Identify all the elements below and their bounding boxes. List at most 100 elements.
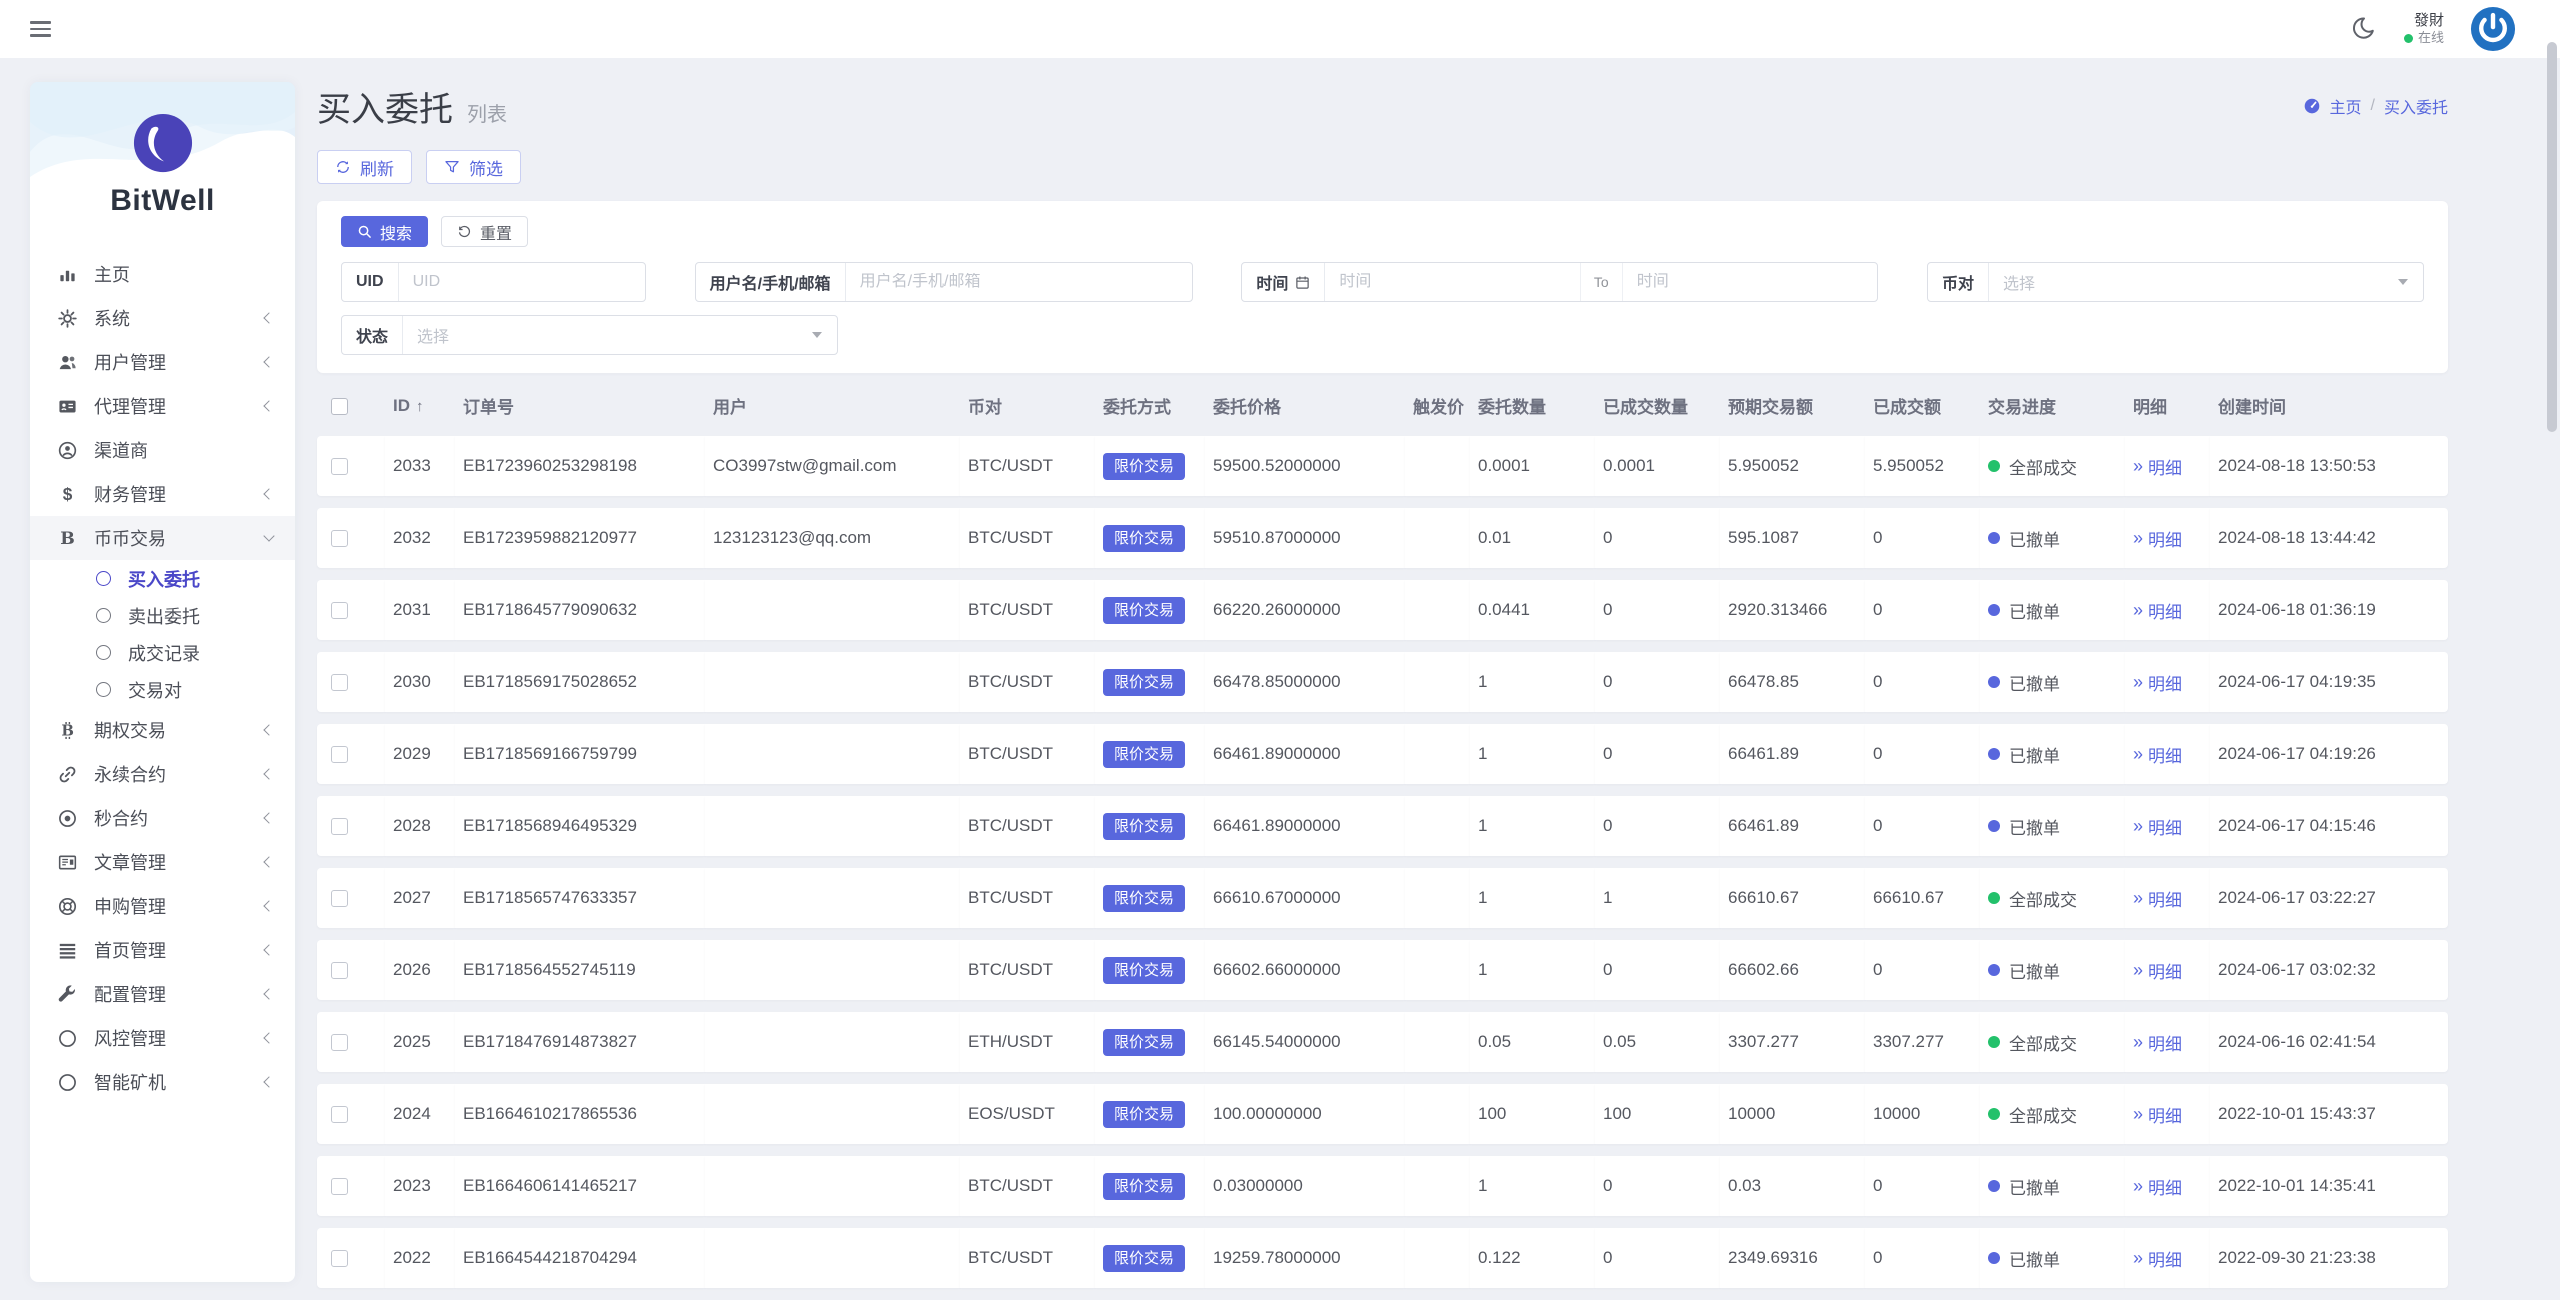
currency-pair: ETH/USDT (960, 1012, 1095, 1072)
radio-icon (96, 645, 111, 660)
sidebar-item-10[interactable]: 文章管理 (30, 840, 295, 884)
row-checkbox[interactable] (331, 1106, 348, 1124)
sidebar-item-0[interactable]: 主页 (30, 252, 295, 296)
reset-button[interactable]: 重置 (441, 216, 529, 247)
row-checkbox[interactable] (331, 818, 348, 836)
sidebar-item-8[interactable]: 永续合约 (30, 752, 295, 796)
time-from-input[interactable] (1325, 273, 1580, 291)
sidebar-item-14[interactable]: 风控管理 (30, 1016, 295, 1060)
detail-cell: » 明细 (2125, 580, 2210, 640)
row-checkbox[interactable] (331, 1178, 348, 1196)
user-email (705, 1084, 960, 1144)
row-checkbox-cell (317, 940, 385, 1000)
filled-value: 0 (1865, 940, 1980, 1000)
sidebar-item-2[interactable]: 用户管理 (30, 340, 295, 384)
filled-amount: 0 (1595, 724, 1720, 784)
row-checkbox[interactable] (331, 962, 348, 980)
sidebar-item-7[interactable]: 期权交易 (30, 708, 295, 752)
detail-link[interactable]: » 明细 (2133, 886, 2182, 911)
row-checkbox[interactable] (331, 1250, 348, 1268)
avatar[interactable] (2470, 6, 2516, 52)
circle-icon (56, 1027, 78, 1049)
detail-link[interactable]: » 明细 (2133, 526, 2182, 551)
sidebar-item-6[interactable]: 币币交易 (30, 516, 295, 560)
progress-cell: 全部成交 (1980, 868, 2125, 928)
row-checkbox[interactable] (331, 890, 348, 908)
detail-link[interactable]: » 明细 (2133, 958, 2182, 983)
hamburger-menu-button[interactable] (26, 17, 55, 41)
topbar: 發財 在线 (0, 0, 2560, 58)
breadcrumb-home[interactable]: 主页 (2330, 94, 2362, 118)
order-id: 2026 (385, 940, 455, 1000)
detail-link[interactable]: » 明细 (2133, 1102, 2182, 1127)
order-type-badge: 限价交易 (1103, 812, 1186, 840)
order-amount: 1 (1470, 652, 1595, 712)
detail-link[interactable]: » 明细 (2133, 598, 2182, 623)
detail-link[interactable]: » 明细 (2133, 1030, 2182, 1055)
detail-link[interactable]: » 明细 (2133, 670, 2182, 695)
sidebar-item-label: 渠道商 (94, 441, 148, 461)
sidebar-subitem-label: 买入委托 (128, 569, 200, 590)
sidebar-item-15[interactable]: 智能矿机 (30, 1060, 295, 1104)
sidebar-item-1[interactable]: 系统 (30, 296, 295, 340)
row-checkbox[interactable] (331, 458, 348, 476)
username-input[interactable] (845, 273, 1192, 291)
filled-value: 5.950052 (1865, 436, 1980, 496)
search-button[interactable]: 搜索 (341, 216, 429, 247)
sidebar-item-11[interactable]: 申购管理 (30, 884, 295, 928)
sidebar-item-12[interactable]: 首页管理 (30, 928, 295, 972)
select-all-checkbox[interactable] (331, 397, 348, 415)
sidebar-subitem-6-0[interactable]: 买入委托 (30, 560, 295, 597)
row-checkbox[interactable] (331, 530, 348, 548)
sidebar-item-4[interactable]: 渠道商 (30, 428, 295, 472)
order-type-badge: 限价交易 (1103, 1172, 1186, 1200)
dark-mode-toggle[interactable] (2352, 16, 2378, 42)
filter-button-label: 筛选 (469, 159, 503, 179)
row-checkbox[interactable] (331, 602, 348, 620)
sidebar-item-5[interactable]: 财务管理 (30, 472, 295, 516)
detail-link[interactable]: » 明细 (2133, 1174, 2182, 1199)
brand-logo-icon (132, 112, 194, 174)
table-row: 2032 EB1723959882120977 123123123@qq.com BT… (317, 508, 2448, 568)
sidebar-subitem-6-1[interactable]: 卖出委托 (30, 597, 295, 634)
filter-button[interactable]: 筛选 (426, 150, 521, 184)
refresh-button[interactable]: 刷新 (317, 150, 412, 184)
detail-link[interactable]: » 明细 (2133, 1246, 2182, 1271)
dashboard-icon (2303, 97, 2321, 115)
detail-link[interactable]: » 明细 (2133, 814, 2182, 839)
currency-pair: BTC/USDT (960, 580, 1095, 640)
detail-link[interactable]: » 明细 (2133, 454, 2182, 479)
page-scrollbar[interactable] (2547, 42, 2557, 432)
funnel-icon (444, 159, 460, 175)
header-checkbox-cell (317, 387, 385, 424)
progress-cell: 全部成交 (1980, 1012, 2125, 1072)
sidebar-item-13[interactable]: 配置管理 (30, 972, 295, 1016)
target-icon (56, 807, 78, 829)
chevron-down-icon (263, 530, 275, 542)
column-header-label: 预期交易额 (1728, 398, 1813, 417)
order-id: 2030 (385, 652, 455, 712)
sidebar-item-3[interactable]: 代理管理 (30, 384, 295, 428)
sidebar-item-label: 主页 (94, 265, 130, 285)
chevron-left-icon (263, 724, 275, 736)
order-number: EB1723960253298198 (455, 436, 705, 496)
sidebar-subitem-6-2[interactable]: 成交记录 (30, 634, 295, 671)
sidebar-item-9[interactable]: 秒合约 (30, 796, 295, 840)
order-price: 100.00000000 (1205, 1084, 1405, 1144)
created-time: 2024-08-18 13:50:53 (2210, 436, 2448, 496)
sidebar-subitem-6-3[interactable]: 交易对 (30, 671, 295, 708)
time-to-input[interactable] (1622, 273, 1878, 291)
chevron-left-icon (263, 488, 275, 500)
row-checkbox[interactable] (331, 746, 348, 764)
uid-input[interactable] (398, 273, 645, 291)
wrench-icon (56, 983, 78, 1005)
expected-value: 0.03 (1720, 1156, 1865, 1216)
pair-filter[interactable]: 币对 选择 (1926, 262, 2424, 302)
undo-icon (457, 224, 472, 239)
status-filter[interactable]: 状态 选择 (341, 315, 838, 355)
status-dot (1988, 1036, 2000, 1048)
table-row: 2026 EB1718564552745119 BTC/USDT 限价交易 66602.… (317, 940, 2448, 1000)
detail-link[interactable]: » 明细 (2133, 742, 2182, 767)
row-checkbox[interactable] (331, 1034, 348, 1052)
row-checkbox[interactable] (331, 674, 348, 692)
